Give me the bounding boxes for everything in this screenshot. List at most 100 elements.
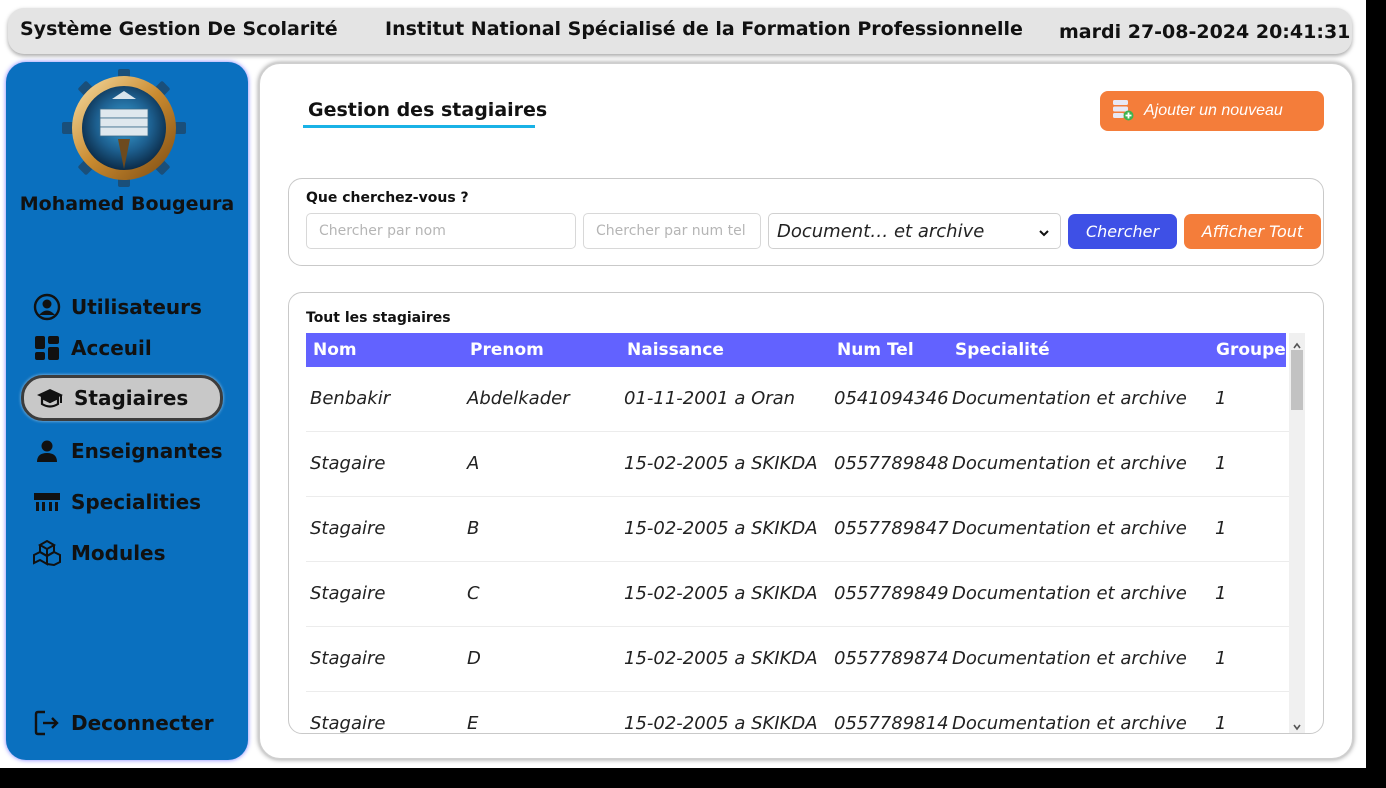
search-name-input[interactable] xyxy=(306,213,576,249)
logout-label: Deconnecter xyxy=(71,711,214,735)
cell-nom: Benbakir xyxy=(310,388,391,409)
cell-naissance: 15-02-2005 a SKIKDA xyxy=(624,518,818,539)
table-scrollbar[interactable] xyxy=(1289,333,1305,733)
scrollbar-thumb[interactable] xyxy=(1291,350,1303,410)
table-label: Tout les stagiaires xyxy=(306,310,451,326)
datetime-display: mardi 27-08-2024 20:41:31 xyxy=(1059,21,1351,43)
person-icon xyxy=(33,437,61,465)
cell-naissance: 15-02-2005 a SKIKDA xyxy=(624,648,818,669)
search-label: Que cherchez-vous ? xyxy=(306,190,469,206)
main-panel: Gestion des stagiaires Ajouter un nouvea… xyxy=(258,62,1354,760)
app-window: Système Gestion De Scolarité Institut Na… xyxy=(0,0,1366,768)
sidebar-item-label: Specialities xyxy=(71,490,202,514)
cell-prenom: Abdelkader xyxy=(467,388,570,409)
cell-specialite: Documentation et archive xyxy=(952,583,1187,604)
cell-num-tel: 0557789814 xyxy=(834,713,949,734)
table-row[interactable]: Benbakir Abdelkader 01-11-2001 a Oran 05… xyxy=(306,367,1289,432)
cell-prenom: C xyxy=(467,583,480,604)
sidebar-item-modules[interactable]: Modules xyxy=(21,530,223,576)
cell-num-tel: 0557789849 xyxy=(834,583,949,604)
username: Mohamed Bougeura xyxy=(19,193,235,215)
logout-button[interactable]: Deconnecter xyxy=(21,700,223,746)
students-table-panel: Tout les stagiaires Nom Prenom Naissance… xyxy=(288,292,1324,734)
cell-num-tel: 0557789847 xyxy=(834,518,949,539)
top-bar: Système Gestion De Scolarité Institut Na… xyxy=(8,8,1352,54)
table-row[interactable]: Stagaire B 15-02-2005 a SKIKDA 055778984… xyxy=(306,497,1289,562)
specialty-selected-value: Document… et archive xyxy=(777,220,985,242)
sidebar-item-utilisateurs[interactable]: Utilisateurs xyxy=(21,284,223,330)
table-header: Nom Prenom Naissance Num Tel Specialité … xyxy=(306,333,1286,367)
cell-naissance: 01-11-2001 a Oran xyxy=(624,388,796,409)
cell-prenom: D xyxy=(467,648,481,669)
scroll-up-icon[interactable] xyxy=(1292,336,1302,349)
table-row[interactable]: Stagaire C 15-02-2005 a SKIKDA 055778984… xyxy=(306,562,1289,627)
institution-logo xyxy=(62,69,186,187)
search-button[interactable]: Chercher xyxy=(1068,214,1177,249)
show-all-button[interactable]: Afficher Tout xyxy=(1184,214,1321,249)
cell-groupe: 1 xyxy=(1215,713,1227,734)
search-panel: Que cherchez-vous ? Document… et archive… xyxy=(288,178,1324,266)
institution-name: Institut National Spécialisé de la Forma… xyxy=(385,18,1023,40)
add-new-button[interactable]: Ajouter un nouveau xyxy=(1100,91,1324,131)
page-title: Gestion des stagiaires xyxy=(308,99,548,121)
column-header[interactable]: Naissance xyxy=(627,340,724,360)
scroll-down-icon[interactable] xyxy=(1292,717,1302,731)
cell-naissance: 15-02-2005 a SKIKDA xyxy=(624,453,818,474)
column-header[interactable]: Prenom xyxy=(470,340,544,360)
column-header[interactable]: Nom xyxy=(313,340,357,360)
cell-specialite: Documentation et archive xyxy=(952,648,1187,669)
cell-specialite: Documentation et archive xyxy=(952,518,1187,539)
cell-nom: Stagaire xyxy=(310,713,386,734)
column-header[interactable]: Num Tel xyxy=(837,340,914,360)
cell-naissance: 15-02-2005 a SKIKDA xyxy=(624,713,818,734)
sidebar-item-stagiaires[interactable]: Stagiaires xyxy=(21,375,223,421)
sidebar-item-label: Stagiaires xyxy=(74,386,189,410)
cell-prenom: E xyxy=(467,713,479,734)
cell-specialite: Documentation et archive xyxy=(952,453,1187,474)
cell-groupe: 1 xyxy=(1215,388,1227,409)
cell-num-tel: 0541094346 xyxy=(834,388,949,409)
sidebar: Mohamed Bougeura Utilisateurs Acceuil St… xyxy=(6,62,248,760)
dashboard-icon xyxy=(33,334,61,362)
column-header[interactable]: Groupe xyxy=(1216,340,1286,360)
title-underline xyxy=(303,125,535,128)
cell-specialite: Documentation et archive xyxy=(952,388,1187,409)
chevron-down-icon xyxy=(1038,224,1050,243)
cell-nom: Stagaire xyxy=(310,648,386,669)
user-circle-icon xyxy=(33,293,61,321)
graduation-cap-icon xyxy=(36,384,64,412)
sidebar-item-label: Modules xyxy=(71,541,166,565)
table-body: Benbakir Abdelkader 01-11-2001 a Oran 05… xyxy=(306,367,1289,734)
sidebar-item-enseignantes[interactable]: Enseignantes xyxy=(21,428,223,474)
cell-nom: Stagaire xyxy=(310,583,386,604)
app-title: Système Gestion De Scolarité xyxy=(20,18,338,40)
cell-num-tel: 0557789874 xyxy=(834,648,949,669)
cell-naissance: 15-02-2005 a SKIKDA xyxy=(624,583,818,604)
specialty-select[interactable]: Document… et archive xyxy=(768,213,1061,249)
cell-nom: Stagaire xyxy=(310,518,386,539)
cubes-icon xyxy=(33,539,61,567)
table-row[interactable]: Stagaire A 15-02-2005 a SKIKDA 055778984… xyxy=(306,432,1289,497)
add-record-icon xyxy=(1112,99,1134,124)
cell-groupe: 1 xyxy=(1215,583,1227,604)
logout-icon xyxy=(33,709,61,737)
add-new-label: Ajouter un nouveau xyxy=(1144,102,1283,119)
cell-prenom: B xyxy=(467,518,480,539)
classroom-icon xyxy=(33,488,61,516)
sidebar-item-specialities[interactable]: Specialities xyxy=(21,479,223,525)
cell-groupe: 1 xyxy=(1215,648,1227,669)
table-row[interactable]: Stagaire D 15-02-2005 a SKIKDA 055778987… xyxy=(306,627,1289,692)
sidebar-item-acceuil[interactable]: Acceuil xyxy=(21,325,223,371)
sidebar-item-label: Acceuil xyxy=(71,336,152,360)
column-header[interactable]: Specialité xyxy=(955,340,1050,360)
search-tel-input[interactable] xyxy=(583,213,761,249)
sidebar-item-label: Utilisateurs xyxy=(71,295,202,319)
cell-groupe: 1 xyxy=(1215,453,1227,474)
cell-num-tel: 0557789848 xyxy=(834,453,949,474)
cell-specialite: Documentation et archive xyxy=(952,713,1187,734)
cell-nom: Stagaire xyxy=(310,453,386,474)
cell-groupe: 1 xyxy=(1215,518,1227,539)
table-row[interactable]: Stagaire E 15-02-2005 a SKIKDA 055778981… xyxy=(306,692,1289,734)
sidebar-item-label: Enseignantes xyxy=(71,439,223,463)
cell-prenom: A xyxy=(467,453,480,474)
